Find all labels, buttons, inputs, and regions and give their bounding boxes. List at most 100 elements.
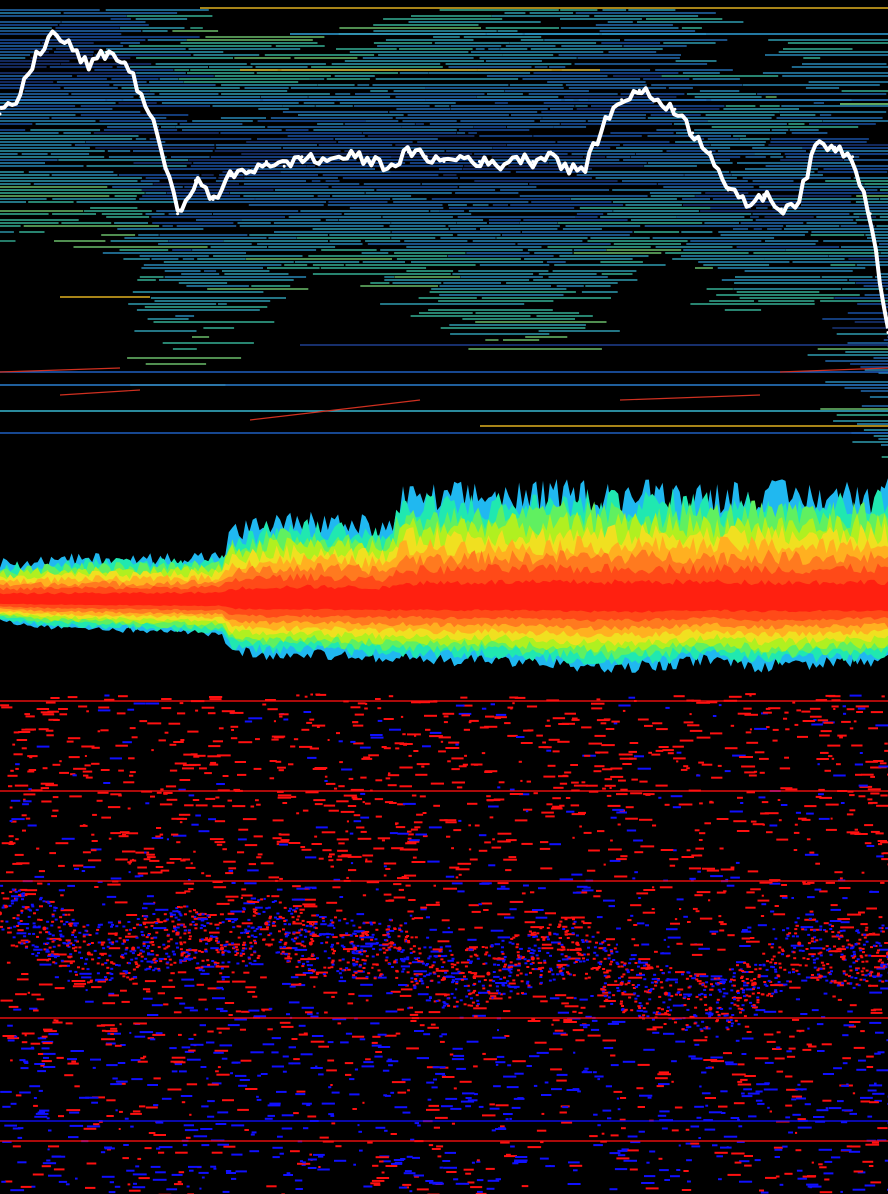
buy-trade (825, 1107, 829, 1110)
sell-trade (468, 824, 471, 827)
sell-trade (532, 995, 546, 998)
buy-trade (800, 1013, 808, 1015)
buy-trade (595, 954, 599, 957)
sell-trade (768, 707, 781, 710)
sell-trade (294, 953, 298, 956)
sell-trade (481, 902, 493, 905)
buy-trade (231, 921, 235, 924)
sell-trade (849, 727, 854, 730)
sell-trade (17, 941, 21, 944)
sell-trade (421, 765, 425, 768)
buy-trade (498, 992, 501, 995)
buy-trade (807, 1027, 810, 1030)
sell-trade (555, 994, 567, 997)
buy-trade (318, 1073, 324, 1076)
buy-trade (354, 1068, 358, 1071)
buy-trade (142, 997, 153, 1000)
sell-trade (216, 962, 220, 965)
sell-trade (367, 972, 371, 975)
sell-trade (541, 811, 554, 814)
buy-trade (393, 943, 396, 946)
buy-trade (539, 976, 543, 978)
buy-trade (771, 943, 775, 946)
price-point (371, 160, 375, 163)
sell-trade (744, 1164, 752, 1167)
buy-trade (497, 936, 511, 939)
sell-trade (193, 754, 206, 757)
buy-trade (386, 934, 390, 937)
sell-trade (45, 931, 49, 934)
sell-trade (521, 956, 525, 959)
sell-trade (570, 804, 580, 807)
buy-trade (617, 1154, 626, 1157)
sell-trade (332, 886, 341, 889)
sell-trade (866, 1055, 874, 1058)
buy-trade (628, 696, 636, 699)
sell-trade (717, 764, 722, 767)
sell-trade (481, 946, 485, 948)
sell-trade (46, 734, 54, 737)
buy-trade (115, 925, 119, 928)
buy-trade (393, 1159, 405, 1161)
sell-trade (842, 1057, 851, 1060)
buy-trade (497, 1029, 499, 1032)
buy-trade (10, 799, 21, 802)
buy-trade (71, 934, 75, 936)
sell-trade (407, 833, 414, 836)
buy-trade (260, 1073, 268, 1075)
sell-trade (739, 1011, 742, 1014)
sell-trade (571, 718, 580, 721)
sell-trade (94, 886, 99, 888)
buy-trade (705, 1012, 709, 1015)
buy-trade (689, 877, 696, 880)
sell-trade (257, 954, 261, 957)
sell-trade (849, 1021, 861, 1023)
buy-trade (67, 1058, 77, 1061)
sell-trade (648, 751, 652, 754)
sell-trade (484, 770, 498, 773)
sell-trade (674, 993, 678, 996)
buy-trade (571, 932, 575, 935)
sell-trade (15, 1094, 22, 1097)
buy-trade (67, 979, 70, 982)
sell-trade (849, 1004, 857, 1007)
sell-trade (634, 962, 638, 964)
sell-trade (402, 1183, 412, 1186)
sell-trade (603, 957, 607, 960)
sell-trade (14, 784, 29, 787)
sell-trade (807, 881, 815, 884)
sell-trade (819, 1191, 833, 1194)
buy-trade (256, 1098, 262, 1101)
sell-trade (792, 701, 796, 704)
buy-trade (324, 780, 328, 782)
sell-trade (198, 998, 207, 1001)
sell-trade (468, 993, 472, 996)
buy-trade (34, 1063, 45, 1065)
sell-trade (566, 937, 570, 939)
buy-trade (616, 1097, 620, 1100)
sell-trade (520, 742, 533, 744)
sell-trade (870, 830, 880, 833)
sell-trade (526, 705, 538, 708)
sell-trade (658, 1071, 669, 1074)
sell-trade (85, 776, 93, 779)
buy-trade (167, 955, 171, 958)
buy-trade (67, 964, 70, 967)
sell-trade (160, 869, 170, 872)
sell-trade (566, 971, 569, 974)
buy-trade (314, 922, 318, 925)
buy-trade (413, 957, 417, 960)
buy-trade (486, 1187, 495, 1190)
sell-trade (706, 869, 720, 872)
sell-trade (407, 1089, 410, 1092)
sell-trade (821, 1043, 832, 1046)
sell-trade (391, 847, 404, 850)
buy-trade (231, 1124, 245, 1127)
sell-trade (509, 900, 524, 903)
buy-trade (147, 952, 150, 955)
buy-trade (505, 1118, 509, 1121)
sell-trade (82, 851, 91, 854)
sell-trade (85, 1186, 96, 1189)
buy-trade (110, 1083, 122, 1086)
sell-trade (793, 831, 800, 834)
